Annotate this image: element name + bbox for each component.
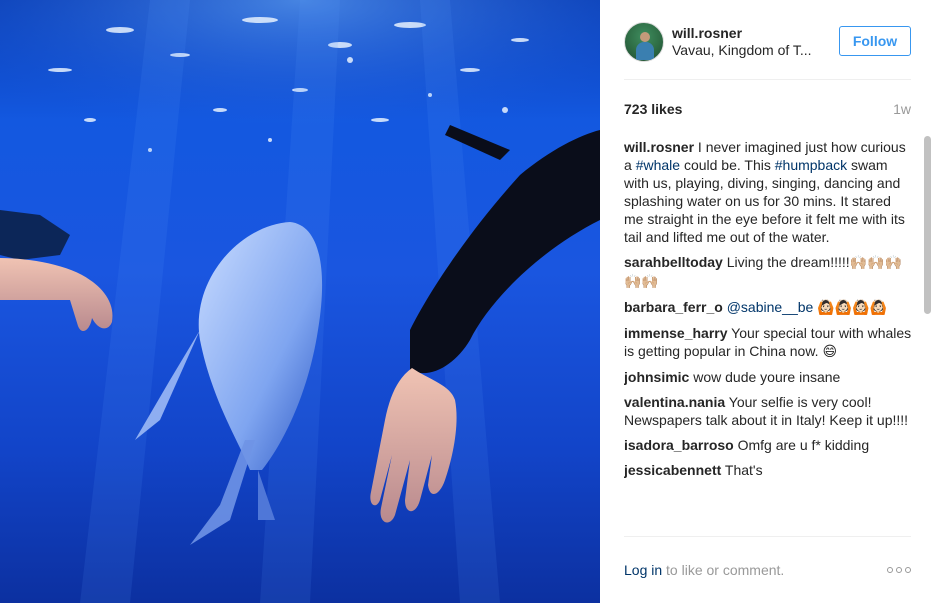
- scrollbar-thumb[interactable]: [924, 136, 931, 314]
- avatar-body: [636, 42, 654, 60]
- post-photo[interactable]: [0, 0, 600, 603]
- follow-button[interactable]: Follow: [839, 26, 911, 56]
- post-side-panel: will.rosner Vavau, Kingdom of T... Follo…: [600, 0, 935, 603]
- comment-username[interactable]: barbara_ferr_o: [624, 299, 723, 315]
- comment-item: will.rosner I never imagined just how cu…: [624, 138, 914, 246]
- more-options-icon[interactable]: [887, 565, 911, 575]
- comment-item: isadora_barroso Omfg are u f* kidding: [624, 436, 914, 454]
- underwater-whale-image: [0, 0, 600, 603]
- login-link[interactable]: Log in: [624, 562, 662, 578]
- more-dot: [905, 567, 911, 573]
- hashtag-link[interactable]: #humpback: [775, 157, 847, 173]
- post-footer: Log in to like or comment.: [624, 536, 911, 603]
- comment-text: Living the dream!!!!!: [726, 254, 850, 270]
- emoji: 😄: [822, 344, 838, 360]
- comment-item: valentina.nania Your selfie is very cool…: [624, 393, 914, 429]
- emoji: 🙆🏻🙆🏻🙆🏻🙆🏻: [817, 300, 887, 316]
- comment-list: will.rosner I never imagined just how cu…: [624, 138, 914, 536]
- login-prompt: Log in to like or comment.: [624, 562, 784, 578]
- comment-text: Omfg are u f* kidding: [737, 437, 870, 453]
- comment-username[interactable]: sarahbelltoday: [624, 254, 723, 270]
- more-dot: [896, 567, 902, 573]
- login-prompt-text: to like or comment.: [662, 562, 785, 578]
- post-header: will.rosner Vavau, Kingdom of T... Follo…: [624, 0, 911, 80]
- likes-count[interactable]: 723 likes: [624, 101, 682, 117]
- hashtag-link[interactable]: #whale: [636, 157, 680, 173]
- comment-item: johnsimic wow dude youre insane: [624, 368, 914, 386]
- comment-text: could be. This: [680, 157, 775, 173]
- comment-username[interactable]: johnsimic: [624, 369, 689, 385]
- comment-username[interactable]: isadora_barroso: [624, 437, 734, 453]
- instagram-post: will.rosner Vavau, Kingdom of T... Follo…: [0, 0, 935, 603]
- more-dot: [887, 567, 893, 573]
- mention-link[interactable]: @sabine__be: [727, 299, 814, 315]
- comment-text: That's: [724, 462, 763, 478]
- comment-username[interactable]: will.rosner: [624, 139, 694, 155]
- comment-username[interactable]: jessicabennett: [624, 462, 721, 478]
- post-username[interactable]: will.rosner: [672, 25, 742, 41]
- comment-text: wow dude youre insane: [693, 369, 841, 385]
- avatar[interactable]: [624, 22, 664, 62]
- comment-item: barbara_ferr_o @sabine__be 🙆🏻🙆🏻🙆🏻🙆🏻: [624, 298, 914, 317]
- comment-username[interactable]: valentina.nania: [624, 394, 725, 410]
- comment-item: sarahbelltoday Living the dream!!!!!🙌🏼🙌🏼…: [624, 253, 914, 291]
- avatar-head: [640, 32, 650, 42]
- comment-username[interactable]: immense_harry: [624, 325, 728, 341]
- post-location[interactable]: Vavau, Kingdom of T...: [672, 42, 812, 58]
- comments-scrollbar[interactable]: [923, 134, 932, 534]
- post-age[interactable]: 1w: [893, 101, 911, 117]
- comment-item: jessicabennett That's: [624, 461, 914, 479]
- comment-item: immense_harry Your special tour with wha…: [624, 324, 914, 361]
